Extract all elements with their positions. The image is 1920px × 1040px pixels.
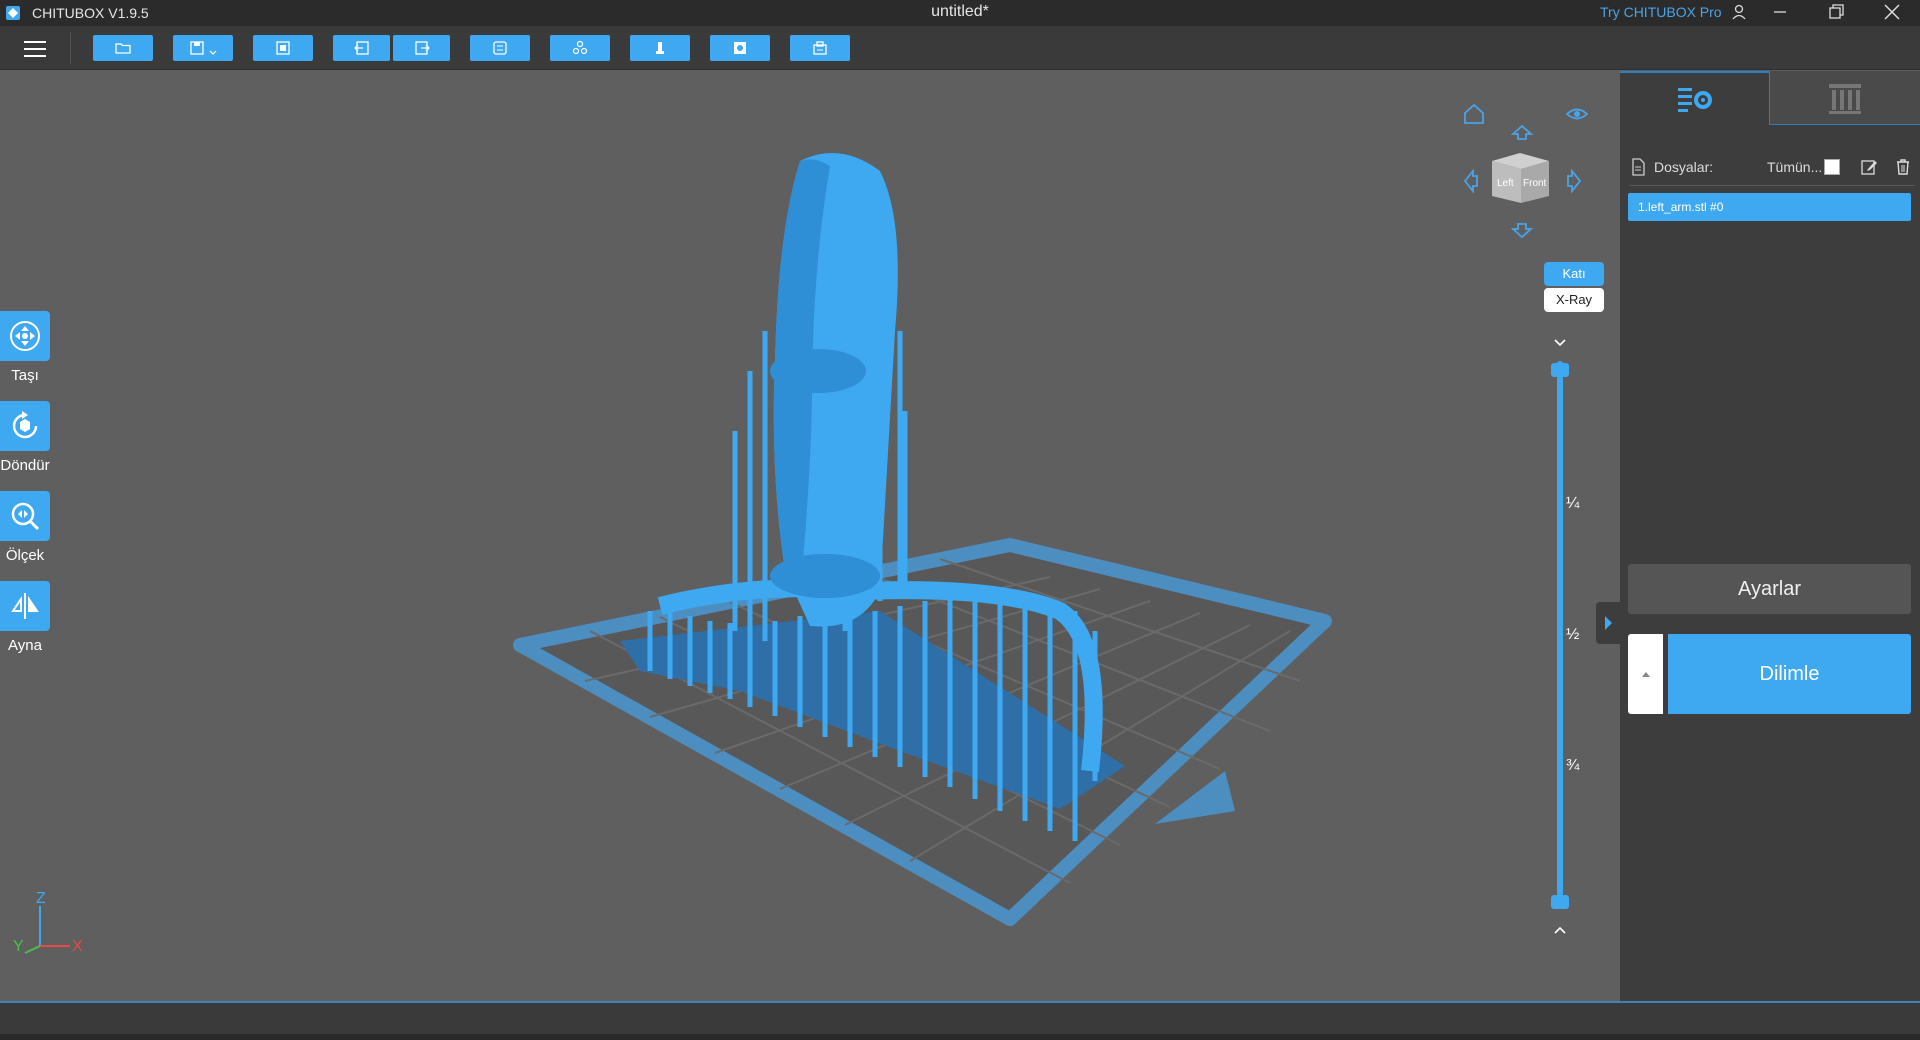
xray-view-toggle[interactable]: X-Ray	[1544, 288, 1604, 312]
slider-mark-half: ½	[1566, 626, 1580, 643]
tab-model-library[interactable]	[1770, 71, 1920, 125]
try-pro-link[interactable]: Try CHITUBOX Pro	[1600, 4, 1722, 20]
toolbar-divider	[70, 32, 71, 64]
close-icon[interactable]	[1882, 2, 1902, 22]
mirror-tool-button[interactable]	[0, 581, 50, 631]
title-bar: CHITUBOX V1.9.5 untitled* Try CHITUBOX P…	[0, 0, 1920, 26]
move-tool[interactable]: Taşı	[0, 311, 50, 384]
open-file-button[interactable]	[93, 35, 153, 61]
right-panel: Dosyalar: Tümün... 1.left_arm.stl #0 Aya…	[1620, 71, 1920, 1001]
settings-button[interactable]: Ayarlar	[1628, 564, 1911, 614]
slider-mark-quarter: ¼	[1566, 495, 1580, 512]
export-icon	[414, 41, 430, 55]
view-cube-front-label: Front	[1523, 178, 1547, 189]
rotate-tool-label: Döndür	[0, 457, 50, 474]
chevron-right-icon	[1605, 616, 1612, 630]
model-elbow	[770, 349, 866, 393]
move-tool-label: Taşı	[11, 367, 39, 384]
view-down-arrow-icon	[1510, 223, 1534, 239]
arrange-button[interactable]	[550, 35, 610, 61]
status-bar	[0, 1001, 1920, 1040]
layer-slider-track[interactable]	[1557, 361, 1563, 901]
view-right-arrow-icon	[1567, 168, 1582, 194]
tab-model-settings[interactable]	[1620, 71, 1770, 125]
axis-y-label: Y	[13, 938, 24, 955]
file-icon	[1632, 158, 1645, 176]
hollow-button[interactable]	[710, 35, 770, 61]
files-label: Dosyalar:	[1654, 159, 1714, 175]
view-navigator[interactable]: Left Front	[1455, 101, 1595, 251]
layout-button[interactable]	[470, 35, 530, 61]
scale-icon	[11, 502, 40, 531]
chevron-down-icon[interactable]	[1551, 336, 1569, 350]
files-divider	[1630, 185, 1915, 186]
chevron-down-icon[interactable]	[208, 48, 218, 58]
mirror-icon	[11, 593, 39, 619]
support-icon	[656, 42, 664, 54]
caret-up-icon	[1641, 672, 1650, 677]
mirror-tool[interactable]: Ayna	[0, 581, 50, 654]
chevron-up-icon[interactable]	[1551, 923, 1569, 937]
files-header: Dosyalar: Tümün...	[1630, 157, 1915, 177]
model-wrist	[770, 554, 880, 598]
slider-mark-three-quarter: ¾	[1566, 757, 1580, 774]
delete-icon[interactable]	[1894, 158, 1912, 176]
scale-tool-label: Ölçek	[5, 547, 45, 564]
save-icon	[190, 41, 204, 55]
select-all-checkbox[interactable]	[1824, 159, 1840, 175]
panel-collapse-handle[interactable]	[1596, 602, 1620, 644]
scale-tool[interactable]: Ölçek	[0, 491, 50, 564]
main-toolbar	[0, 26, 1920, 70]
print-button[interactable]	[790, 35, 850, 61]
move-icon	[10, 321, 40, 351]
folder-icon	[115, 43, 131, 54]
layout-icon	[493, 41, 507, 55]
printer-icon	[813, 41, 827, 55]
library-icon	[1829, 83, 1861, 114]
rotate-tool[interactable]: Döndür	[0, 401, 50, 474]
minimize-icon[interactable]	[1770, 2, 1790, 22]
supports-button[interactable]	[630, 35, 690, 61]
hollow-icon	[734, 42, 746, 54]
view-cube-left-label: Left	[1497, 178, 1514, 189]
layer-slider-top-handle[interactable]	[1551, 363, 1569, 377]
slice-button[interactable]: Dilimle	[1668, 634, 1911, 714]
move-tool-button[interactable]	[0, 311, 50, 361]
layer-slider-bottom-handle[interactable]	[1551, 895, 1569, 909]
view-up-arrow-icon	[1510, 124, 1534, 140]
axis-z-label: Z	[36, 891, 46, 907]
file-list-item[interactable]: 1.left_arm.stl #0	[1628, 193, 1911, 221]
3d-viewport[interactable]: Taşı Döndür Ölçek Ayna Z X Y Left Front …	[0, 71, 1620, 1001]
slice-options-button[interactable]	[1628, 634, 1663, 714]
export-button[interactable]	[393, 35, 450, 61]
rotate-tool-button[interactable]	[0, 401, 50, 451]
import-button[interactable]	[333, 35, 390, 61]
taskbar-strip	[0, 1034, 1920, 1040]
import-icon	[353, 41, 369, 55]
chitubox-window: CHITUBOX V1.9.5 untitled* Try CHITUBOX P…	[0, 0, 1920, 1040]
rotate-icon	[12, 411, 38, 439]
arrange-icon	[572, 40, 588, 55]
scale-tool-button[interactable]	[0, 491, 50, 541]
axis-x-label: X	[72, 938, 83, 955]
select-all-label: Tümün...	[1767, 159, 1823, 175]
axis-gizmo: Z X Y	[13, 891, 83, 955]
mirror-tool-label: Ayna	[8, 637, 42, 654]
slice-button-group: Dilimle	[1628, 634, 1911, 714]
frame-icon	[276, 41, 290, 55]
home-view-icon	[1464, 103, 1484, 124]
screenshot-button[interactable]	[253, 35, 313, 61]
settings-list-icon	[1677, 88, 1712, 112]
user-icon[interactable]	[1730, 3, 1748, 21]
edit-icon[interactable]	[1860, 158, 1878, 176]
right-panel-tabs	[1620, 71, 1920, 125]
view-left-arrow-icon	[1463, 168, 1478, 194]
save-file-button[interactable]	[173, 35, 233, 61]
solid-view-toggle[interactable]: Katı	[1544, 262, 1604, 286]
hamburger-menu-icon[interactable]	[18, 36, 52, 62]
build-plate-scene[interactable]	[0, 71, 1620, 1001]
maximize-icon[interactable]	[1826, 2, 1846, 22]
